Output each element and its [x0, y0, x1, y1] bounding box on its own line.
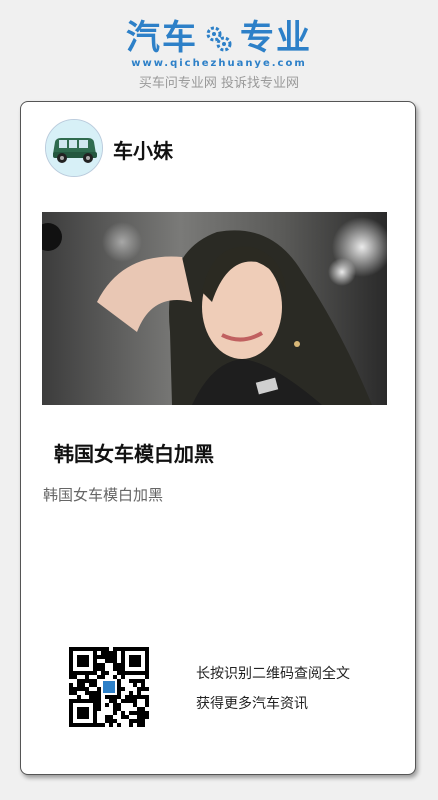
site-slogan: 买车问专业网 投诉找专业网 [138, 76, 300, 91]
article-card: 车小妹 韩国女车模白加黑 韩国女车模白加黑 长按识别二维码查阅全文 获得更多汽车… [20, 101, 416, 775]
site-header: 汽车 专业 www.qichezhuanye.com 买车问专业网 投诉找专业网 [0, 0, 438, 100]
site-logo[interactable]: 汽车 专业 [0, 16, 438, 60]
qr-code-icon[interactable] [69, 647, 149, 727]
author-name: 车小妹 [113, 139, 173, 163]
logo-text-right: 专业 [240, 18, 312, 58]
site-url: www.qichezhuanye.com [131, 58, 307, 69]
qr-instruction: 长按识别二维码查阅全文 [196, 666, 350, 682]
logo-text-left: 汽车 [126, 18, 198, 58]
photo-illustration [42, 212, 387, 405]
article-title[interactable]: 韩国女车模白加黑 [54, 438, 214, 467]
article-summary: 韩国女车模白加黑 [43, 486, 164, 504]
qr-subtext: 获得更多汽车资讯 [196, 696, 308, 712]
qr-code-graphic [69, 647, 149, 727]
gear-icon [206, 26, 232, 52]
car-icon [46, 120, 102, 176]
article-photo[interactable] [42, 212, 387, 405]
author-avatar[interactable] [45, 119, 103, 177]
